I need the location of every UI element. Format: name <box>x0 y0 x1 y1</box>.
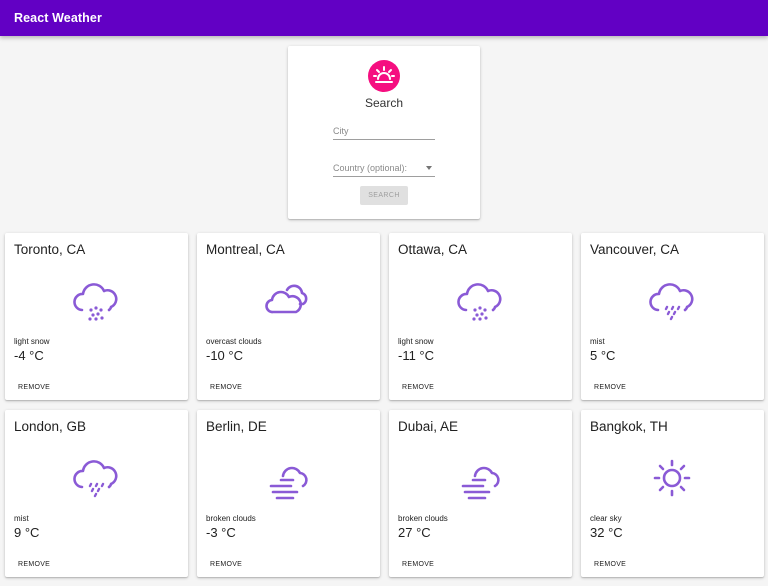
app-bar: React Weather <box>0 0 768 36</box>
card-city: Berlin, DE <box>206 419 267 434</box>
country-select[interactable]: Country (optional): <box>333 162 435 177</box>
card-city: Dubai, AE <box>398 419 459 434</box>
card-description: broken clouds <box>398 514 448 523</box>
snow-cloud-icon <box>455 277 505 325</box>
card-city: Montreal, CA <box>206 242 285 257</box>
card-temperature: -10 °C <box>206 348 243 363</box>
card-description: light snow <box>398 337 434 346</box>
weather-card: Vancouver, CA mist 5 °C REMOVE <box>581 233 764 400</box>
clear-sky-icon <box>647 454 697 502</box>
remove-button[interactable]: REMOVE <box>12 557 56 571</box>
remove-button[interactable]: REMOVE <box>12 380 56 394</box>
card-description: mist <box>14 514 29 523</box>
weather-card: Montreal, CA overcast clouds -10 °C REMO… <box>197 233 380 400</box>
overcast-clouds-icon <box>263 277 313 325</box>
card-city: Toronto, CA <box>14 242 86 257</box>
mist-cloud-icon <box>647 277 697 325</box>
card-temperature: 9 °C <box>14 525 40 540</box>
mist-cloud-icon <box>71 454 121 502</box>
city-placeholder: City <box>333 126 349 136</box>
card-city: Vancouver, CA <box>590 242 680 257</box>
search-button[interactable]: SEARCH <box>360 186 408 205</box>
remove-button[interactable]: REMOVE <box>588 380 632 394</box>
weather-sunrise-icon <box>368 60 400 92</box>
broken-clouds-icon <box>263 454 313 502</box>
remove-button[interactable]: REMOVE <box>204 380 248 394</box>
city-input[interactable]: City <box>333 125 435 140</box>
search-card: Search City Country (optional): SEARCH <box>288 46 480 219</box>
country-placeholder: Country (optional): <box>333 163 408 173</box>
card-temperature: 32 °C <box>590 525 623 540</box>
card-description: mist <box>590 337 605 346</box>
card-temperature: 27 °C <box>398 525 431 540</box>
card-temperature: -3 °C <box>206 525 236 540</box>
remove-button[interactable]: REMOVE <box>588 557 632 571</box>
snow-cloud-icon <box>71 277 121 325</box>
card-description: clear sky <box>590 514 622 523</box>
caret-down-icon <box>426 166 432 170</box>
weather-card: Dubai, AE broken clouds 27 °C REMOVE <box>389 410 572 577</box>
remove-button[interactable]: REMOVE <box>396 557 440 571</box>
card-temperature: -4 °C <box>14 348 44 363</box>
weather-card: London, GB mist 9 °C REMOVE <box>5 410 188 577</box>
search-title: Search <box>364 96 404 110</box>
card-temperature: -11 °C <box>398 348 435 363</box>
card-temperature: 5 °C <box>590 348 616 363</box>
weather-card: Toronto, CA light snow -4 °C REMOVE <box>5 233 188 400</box>
card-description: broken clouds <box>206 514 256 523</box>
card-city: Bangkok, TH <box>590 419 668 434</box>
weather-card: Ottawa, CA light snow -11 °C REMOVE <box>389 233 572 400</box>
broken-clouds-icon <box>455 454 505 502</box>
card-city: Ottawa, CA <box>398 242 468 257</box>
card-city: London, GB <box>14 419 87 434</box>
card-description: overcast clouds <box>206 337 262 346</box>
weather-card: Berlin, DE broken clouds -3 °C REMOVE <box>197 410 380 577</box>
remove-button[interactable]: REMOVE <box>396 380 440 394</box>
card-description: light snow <box>14 337 50 346</box>
remove-button[interactable]: REMOVE <box>204 557 248 571</box>
app-title: React Weather <box>14 11 102 25</box>
weather-card: Bangkok, TH clear sky 32 °C REMOVE <box>581 410 764 577</box>
